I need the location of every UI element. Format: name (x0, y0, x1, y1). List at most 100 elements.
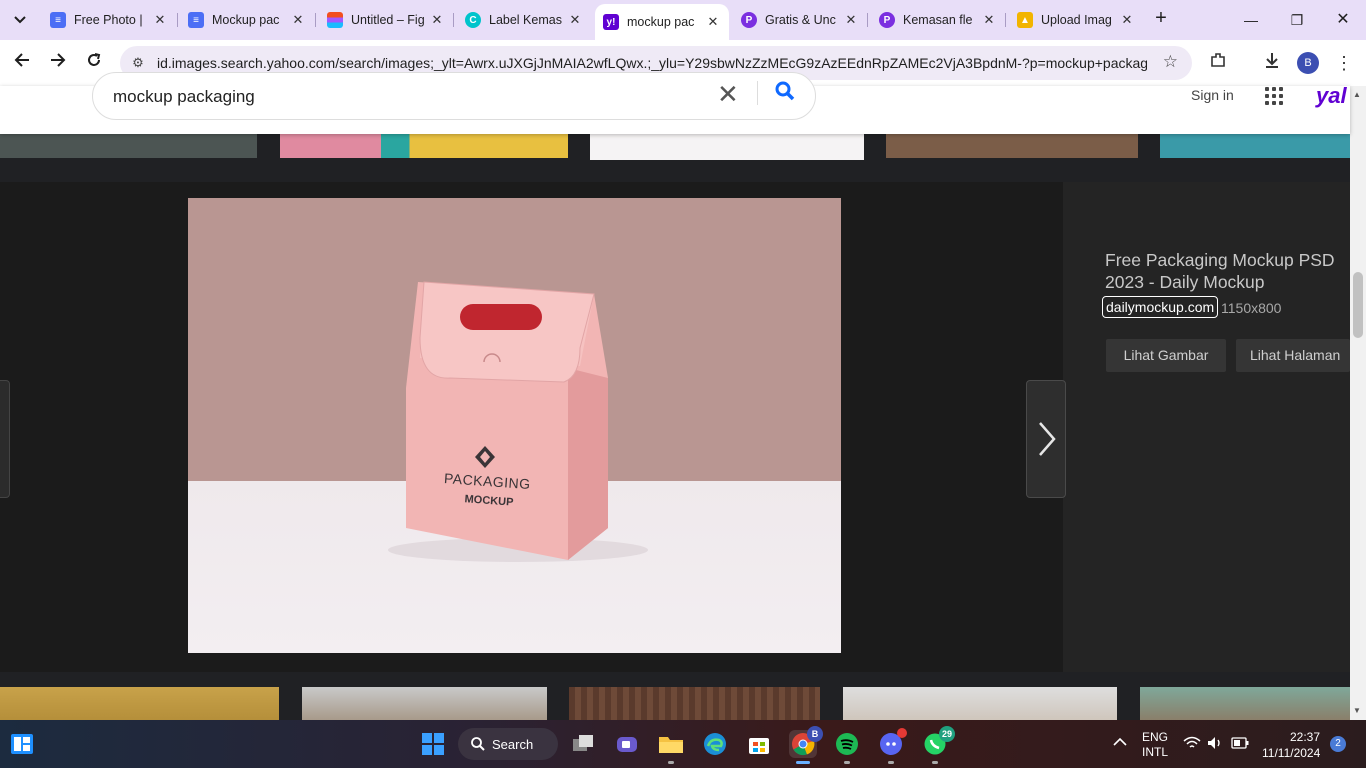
result-thumbnail[interactable] (0, 134, 257, 158)
tab-title: Untitled – Fig (351, 13, 425, 27)
scroll-down-arrow-icon[interactable]: ▼ (1353, 706, 1361, 715)
docs-icon: ≡ (188, 12, 204, 28)
tab-7[interactable]: ▲ Upload Imag ✕ (1009, 6, 1143, 34)
results-row-top (0, 134, 1350, 160)
restore-button[interactable]: ❐ (1282, 8, 1312, 32)
result-thumbnail[interactable] (0, 687, 279, 720)
tab-4-active[interactable]: y! mockup pac ✕ (595, 4, 729, 40)
chrome-profile-badge: B (807, 726, 823, 742)
more-menu-icon[interactable]: ⋮ (1332, 51, 1356, 75)
close-icon[interactable]: ✕ (290, 12, 306, 28)
yahoo-logo[interactable]: yal (1316, 83, 1347, 109)
result-thumbnail[interactable] (302, 687, 547, 720)
result-thumbnail[interactable] (1160, 134, 1350, 158)
next-image-button[interactable] (1026, 380, 1066, 498)
keyboard-layout: INTL (1142, 745, 1169, 759)
result-thumbnail[interactable] (843, 687, 1117, 720)
url-text[interactable]: id.images.search.yahoo.com/search/images… (157, 55, 1147, 71)
tab-title: Upload Imag (1041, 13, 1112, 27)
close-icon[interactable]: ✕ (152, 12, 168, 28)
picsart-icon: P (879, 12, 895, 28)
yahoo-icon: y! (603, 14, 619, 30)
forward-button[interactable] (44, 49, 72, 77)
search-input[interactable] (113, 87, 673, 107)
chevron-right-icon (1039, 422, 1056, 456)
back-button[interactable] (8, 49, 36, 77)
search-icon (471, 737, 485, 751)
result-thumbnail[interactable] (590, 134, 864, 160)
close-icon[interactable]: ✕ (981, 12, 997, 28)
microsoft-store-icon[interactable] (745, 730, 773, 758)
page-scrollbar[interactable]: ▲ ▼ (1350, 86, 1366, 720)
close-icon[interactable]: ✕ (705, 14, 721, 30)
tab-title: Free Photo | (74, 13, 143, 27)
result-thumbnail[interactable] (886, 134, 1138, 158)
figma-icon (327, 12, 343, 28)
minimize-button[interactable]: — (1236, 8, 1266, 32)
image-title[interactable]: Free Packaging Mockup PSD 2023 - Daily M… (1105, 249, 1350, 293)
tab-title: mockup pac (627, 15, 695, 29)
view-image-button[interactable]: Lihat Gambar (1106, 339, 1226, 372)
clock-date: 11/11/2024 (1262, 746, 1321, 760)
scroll-up-arrow-icon[interactable]: ▲ (1353, 90, 1361, 99)
meet-icon[interactable] (613, 730, 641, 758)
result-thumbnail[interactable] (1140, 687, 1350, 720)
close-window-button[interactable]: ✕ (1328, 8, 1358, 32)
windows-start-icon[interactable] (419, 730, 447, 758)
battery-icon[interactable] (1231, 737, 1249, 752)
chrome-icon[interactable]: B (789, 726, 823, 764)
canva-icon: C (465, 12, 481, 28)
clear-search-icon[interactable]: ✕ (717, 81, 739, 107)
result-thumbnail[interactable] (569, 687, 820, 720)
whatsapp-unread-badge: 29 (938, 726, 955, 742)
results-row-bottom (0, 687, 1350, 720)
scrollbar-thumb[interactable] (1353, 272, 1363, 338)
new-tab-button[interactable]: + (1150, 8, 1172, 30)
apps-grid-icon[interactable] (1265, 87, 1283, 105)
tab-1[interactable]: ≡ Mockup pac ✕ (180, 6, 314, 34)
tab-6[interactable]: P Kemasan fle ✕ (871, 6, 1005, 34)
site-info-icon[interactable]: ⚙ (128, 53, 148, 73)
widgets-icon[interactable] (10, 733, 34, 755)
tab-3[interactable]: C Label Kemas ✕ (457, 6, 591, 34)
language-indicator[interactable]: ENG INTL (1142, 730, 1168, 760)
download-icon[interactable] (1260, 51, 1284, 75)
view-page-button[interactable]: Lihat Halaman (1236, 339, 1350, 372)
clock[interactable]: 22:37 11/11/2024 (1262, 729, 1320, 761)
tab-0[interactable]: ≡ Free Photo | ✕ (42, 6, 176, 34)
bookmark-star-icon[interactable]: ☆ (1163, 52, 1178, 72)
tab-search-button[interactable] (6, 6, 34, 34)
previous-image-button[interactable] (0, 380, 10, 498)
close-icon[interactable]: ✕ (1119, 12, 1135, 28)
close-icon[interactable]: ✕ (843, 12, 859, 28)
sign-in-link[interactable]: Sign in (1191, 87, 1234, 103)
search-icon[interactable] (773, 79, 797, 103)
extensions-icon[interactable] (1206, 51, 1230, 75)
taskbar-search[interactable]: Search (458, 728, 558, 760)
edge-icon[interactable] (701, 730, 729, 758)
result-thumbnail[interactable] (280, 134, 568, 158)
notification-badge[interactable]: 2 (1330, 736, 1346, 752)
file-explorer-icon[interactable] (657, 730, 685, 764)
clock-time: 22:37 (1289, 730, 1320, 744)
discord-icon[interactable] (877, 728, 907, 764)
chevron-down-icon (14, 16, 26, 24)
preview-image[interactable]: PACKAGING MOCKUP (188, 198, 841, 653)
task-view-icon[interactable] (569, 730, 597, 758)
spotify-icon[interactable] (833, 730, 861, 764)
tab-5[interactable]: P Gratis & Unc ✕ (733, 6, 867, 34)
show-hidden-icons[interactable] (1113, 736, 1127, 750)
tab-title: Gratis & Unc (765, 13, 836, 27)
volume-icon[interactable] (1207, 736, 1223, 753)
close-icon[interactable]: ✕ (567, 12, 583, 28)
whatsapp-icon[interactable]: 29 (921, 726, 955, 764)
upload-icon: ▲ (1017, 12, 1033, 28)
reload-button[interactable] (80, 49, 108, 77)
docs-icon: ≡ (50, 12, 66, 28)
close-icon[interactable]: ✕ (429, 12, 445, 28)
profile-avatar[interactable]: B (1297, 52, 1319, 74)
tab-2[interactable]: Untitled – Fig ✕ (319, 6, 453, 34)
taskbar-search-label: Search (492, 736, 534, 752)
wifi-icon[interactable] (1183, 736, 1201, 753)
image-source-link[interactable]: dailymockup.com (1102, 296, 1219, 318)
